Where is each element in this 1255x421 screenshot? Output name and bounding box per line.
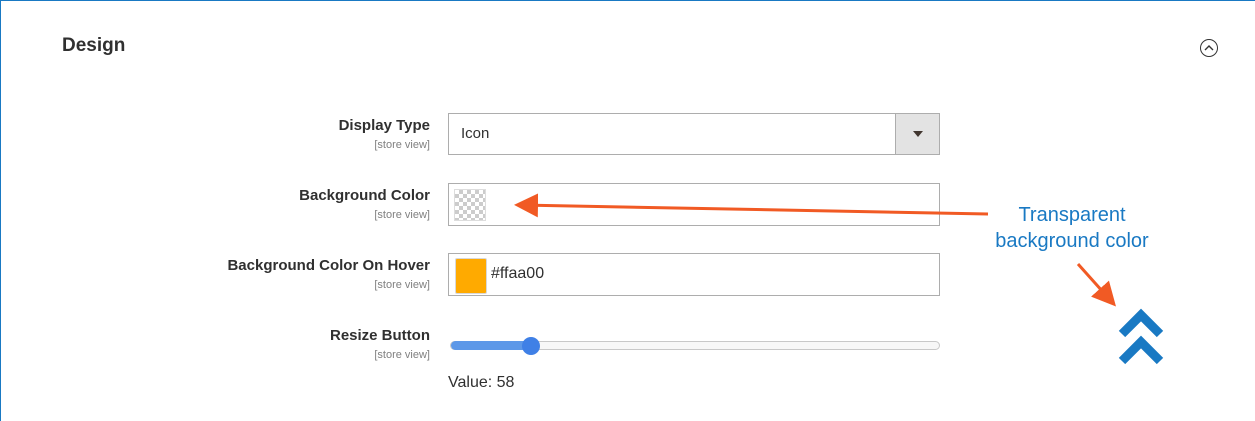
annotation-arrow-to-preview	[1076, 262, 1117, 307]
annotation-overlay	[514, 193, 1164, 365]
annotation-arrow-to-swatch	[514, 193, 989, 218]
double-chevron-up-icon	[1118, 308, 1164, 365]
